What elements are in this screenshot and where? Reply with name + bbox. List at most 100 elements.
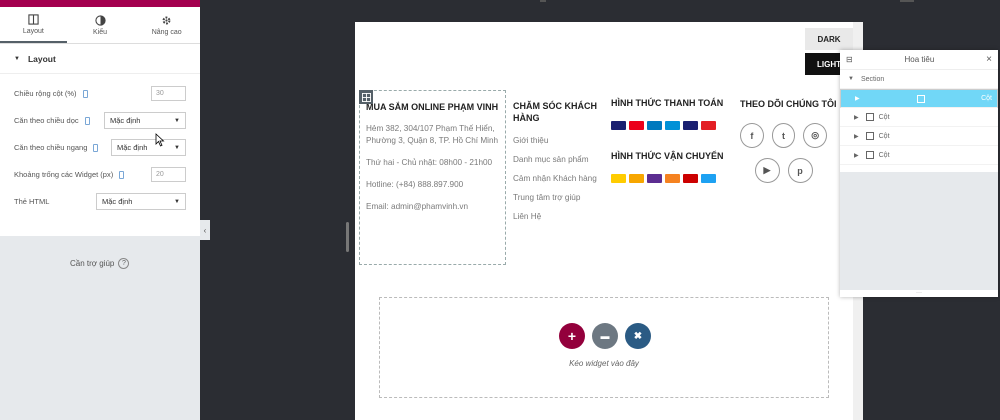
control-vertical-align: Căn theo chiều dọc Mặc định ▼: [14, 107, 186, 134]
payment-logo: [611, 121, 626, 130]
shipping-logo: [647, 174, 662, 183]
chevron-down-icon: ▼: [174, 117, 180, 124]
column-heading: HÌNH THỨC THANH TOÁN: [611, 98, 724, 108]
dark-mode-button[interactable]: DARK: [805, 28, 853, 50]
payment-logo: [683, 121, 698, 130]
chevron-left-icon: ‹: [203, 225, 207, 235]
column-icon: [865, 132, 874, 140]
panel-tabs: Layout Kiểu Nâng cao: [0, 7, 200, 44]
instagram-icon[interactable]: ◎: [803, 123, 828, 148]
payment-logo: [647, 121, 662, 130]
chevron-down-icon: ▼: [174, 144, 180, 151]
footer-link[interactable]: Cảm nhận Khách hàng: [513, 174, 608, 183]
navigator-header[interactable]: ⊟ Hoa tiêu ×: [840, 50, 998, 70]
column-icon: [865, 113, 874, 121]
dropzone-text: Kéo widget vào đây: [569, 359, 639, 368]
panel-header-bar: [0, 0, 200, 7]
resize-handle[interactable]: [346, 222, 349, 252]
control-label: Thẻ HTML: [14, 197, 50, 206]
footer-column-3: HÌNH THỨC THANH TOÁN HÌNH THỨC VẬN CHUYỂ…: [611, 97, 736, 183]
column-heading: CHĂM SÓC KHÁCH HÀNG: [513, 101, 597, 123]
navigator-item-label: Cột: [878, 151, 890, 159]
hotline-text: Hotline: (+84) 888.897.900: [366, 180, 464, 189]
pinterest-icon[interactable]: p: [787, 158, 813, 183]
template-kit-button[interactable]: ✖: [625, 323, 651, 349]
footer-link[interactable]: Trung tâm trợ giúp: [513, 193, 608, 202]
control-label: Chiều rộng cột (%): [14, 89, 77, 98]
navigator-title: Hoa tiêu: [904, 55, 935, 64]
navigator-item-column[interactable]: ▶ Cột: [840, 127, 998, 146]
layout-icon: [28, 13, 39, 25]
facebook-icon[interactable]: f: [740, 123, 764, 148]
add-section-button[interactable]: +: [559, 323, 585, 349]
html-tag-select[interactable]: Mặc định ▼: [96, 193, 186, 210]
column-icon: [917, 94, 926, 103]
device-icon[interactable]: [93, 143, 99, 152]
question-icon: ?: [118, 258, 130, 269]
dropzone-buttons: + ▬ ✖: [559, 323, 651, 349]
tab-label: Kiểu: [93, 28, 108, 36]
style-icon: [94, 14, 106, 26]
caret-right-icon: ▶: [854, 152, 859, 159]
section-toggle-layout[interactable]: ▼ Layout: [0, 44, 200, 74]
footer-link[interactable]: Danh mục sản phẩm: [513, 155, 608, 164]
column-heading: MUA SẮM ONLINE PHẠM VINH: [366, 102, 499, 112]
widget-spacing-input[interactable]: [151, 167, 186, 182]
shipping-logo: [611, 174, 626, 183]
navigator-item-section[interactable]: ▼ Section: [840, 70, 998, 89]
vertical-align-select[interactable]: Mặc định ▼: [104, 112, 186, 129]
help-link[interactable]: Cần trợ giúp ?: [70, 258, 130, 269]
social-icons-row: ▶ p: [740, 158, 827, 183]
navigator-item-label: Cột: [878, 113, 890, 121]
navigator-panel: ⊟ Hoa tiêu × ▼ Section ▶ Cột ▶ Cột ▶ Cột…: [840, 50, 998, 297]
email-text: Email: admin@phamvinh.vn: [366, 202, 469, 211]
add-icon: +: [567, 328, 577, 344]
folder-icon: ▬: [600, 331, 610, 341]
column-icon: [865, 151, 874, 159]
social-icons-row: f t ◎: [740, 123, 828, 148]
footer-column-1[interactable]: MUA SẮM ONLINE PHẠM VINH Hẻm 382, 304/10…: [359, 90, 506, 265]
footer-column-4: THEO DÕI CHÚNG TÔI f t ◎ ▶ p: [740, 98, 840, 183]
control-widget-spacing: Khoảng trống các Widget (px): [14, 161, 186, 188]
expand-all-icon[interactable]: ⊟: [846, 55, 853, 64]
editor-app: Layout Kiểu Nâng cao ▼ Layout Chiều rộng…: [0, 0, 1000, 420]
gear-icon: [162, 16, 171, 24]
navigator-item-column[interactable]: ▶ Cột: [840, 89, 998, 108]
control-html-tag: Thẻ HTML Mặc định ▼: [14, 188, 186, 215]
tab-style[interactable]: Kiểu: [67, 7, 134, 43]
tab-label: Nâng cao: [151, 28, 182, 36]
navigator-item-label: Section: [860, 75, 885, 83]
column-width-input[interactable]: [151, 86, 186, 101]
shipping-logo: [701, 174, 716, 183]
navigator-resize-handle[interactable]: ···: [840, 290, 998, 297]
footer-link[interactable]: Liên Hệ: [513, 212, 608, 221]
caret-right-icon: ▶: [854, 114, 859, 121]
shipping-logo: [683, 174, 698, 183]
toolbar-indicator: [900, 0, 914, 2]
tab-layout[interactable]: Layout: [0, 7, 67, 43]
tab-advanced[interactable]: Nâng cao: [133, 7, 200, 43]
settings-panel: Layout Kiểu Nâng cao ▼ Layout Chiều rộng…: [0, 0, 200, 420]
column-handle-icon[interactable]: [359, 90, 373, 104]
navigator-empty-area: [840, 172, 998, 290]
twitter-icon[interactable]: t: [771, 123, 796, 148]
caret-right-icon: ▶: [854, 133, 859, 140]
footer-column-2: CHĂM SÓC KHÁCH HÀNG Giới thiệu Danh mục …: [513, 100, 608, 221]
navigator-item-column[interactable]: ▶ Cột: [840, 146, 998, 165]
device-icon[interactable]: [82, 89, 88, 98]
collapse-panel-button[interactable]: ‹: [200, 220, 210, 240]
device-icon[interactable]: [84, 116, 90, 125]
add-template-button[interactable]: ▬: [592, 323, 618, 349]
close-icon[interactable]: ×: [986, 54, 992, 65]
address-text: Hẻm 382, 304/107 Phạm Thế Hiển, Phường 3…: [366, 124, 499, 145]
payment-logo: [629, 121, 644, 130]
navigator-item-column[interactable]: ▶ Cột: [840, 108, 998, 127]
control-label: Khoảng trống các Widget (px): [14, 170, 114, 179]
youtube-icon[interactable]: ▶: [754, 158, 780, 183]
section-title: Layout: [27, 53, 56, 64]
caret-down-icon: ▼: [848, 76, 854, 82]
footer-link[interactable]: Giới thiệu: [513, 136, 608, 145]
horizontal-align-select[interactable]: Mặc định ▼: [111, 139, 186, 156]
payment-logo: [701, 121, 716, 130]
device-icon[interactable]: [119, 170, 125, 179]
